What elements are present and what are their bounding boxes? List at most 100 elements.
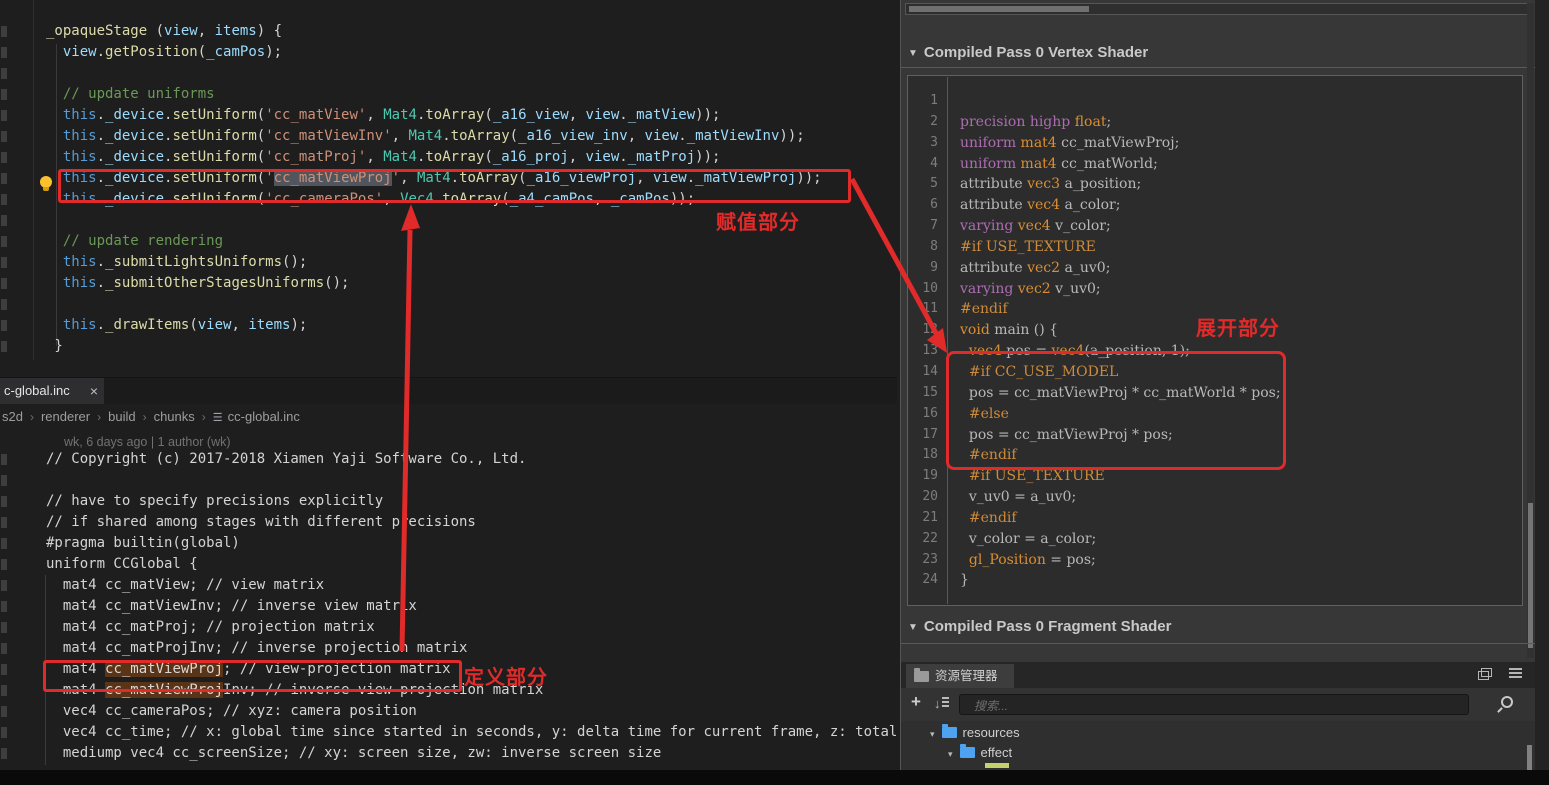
app-screenshot: _opaqueStage (view, items) { view.getPos… bbox=[0, 0, 1549, 785]
code-line: 20 v_uv0 = a_uv0; bbox=[908, 487, 1522, 508]
tab-cc-global-inc[interactable]: c-global.inc × bbox=[0, 378, 104, 404]
tree-item-effect[interactable]: ▾ effect bbox=[948, 743, 1012, 763]
breadcrumb: s2d›renderer›build›chunks›☰cc-global.inc bbox=[2, 405, 300, 429]
editor-bottom-code-area[interactable]: // Copyright (c) 2017-2018 Xiamen Yaji S… bbox=[46, 449, 897, 764]
git-blame-annotation: wk, 6 days ago | 1 author (wk) bbox=[64, 435, 231, 449]
file-icon: ☰ bbox=[213, 412, 228, 424]
tab-close-icon[interactable]: × bbox=[90, 378, 98, 404]
horizontal-scrollbar-thumb[interactable] bbox=[909, 6, 1089, 12]
tree-item-label: effect bbox=[981, 745, 1013, 760]
annotation-box-expanded bbox=[946, 351, 1286, 470]
code-line: this._device.setUniform('cc_matProj', Ma… bbox=[46, 147, 897, 168]
breadcrumb-item[interactable]: s2d bbox=[2, 409, 23, 424]
code-line: 9attribute vec2 a_uv0; bbox=[908, 258, 1522, 279]
lightbulb-icon[interactable] bbox=[40, 176, 52, 188]
assets-tab-bar: 资源管理器 bbox=[901, 662, 1536, 688]
breadcrumb-item[interactable]: chunks bbox=[154, 409, 195, 424]
vertex-shader-section-header[interactable]: ▼Compiled Pass 0 Vertex Shader bbox=[908, 44, 1148, 61]
line-number: 6 bbox=[908, 195, 947, 216]
expand-triangle-icon[interactable]: ▾ bbox=[948, 749, 960, 759]
breadcrumb-separator: › bbox=[195, 410, 213, 424]
line-number: 18 bbox=[908, 445, 947, 466]
code-line: 23 gl_Position = pos; bbox=[908, 550, 1522, 571]
fragment-shader-section-header[interactable]: ▼Compiled Pass 0 Fragment Shader bbox=[908, 618, 1171, 635]
bottom-black-band bbox=[0, 770, 1549, 785]
code-line bbox=[46, 470, 897, 491]
line-number: 1 bbox=[908, 91, 947, 112]
breadcrumb-item[interactable]: build bbox=[108, 409, 135, 424]
line-number: 8 bbox=[908, 237, 947, 258]
vertex-shader-title: Compiled Pass 0 Vertex Shader bbox=[924, 44, 1148, 61]
folder-icon bbox=[942, 727, 957, 738]
code-line: 3uniform mat4 cc_matViewProj; bbox=[908, 133, 1522, 154]
expand-triangle-icon[interactable]: ▾ bbox=[930, 729, 942, 739]
tree-item-label: resources bbox=[963, 725, 1020, 740]
code-line: 7varying vec4 v_color; bbox=[908, 216, 1522, 237]
code-line: 2precision highp float; bbox=[908, 112, 1522, 133]
code-line: 5attribute vec3 a_position; bbox=[908, 174, 1522, 195]
annotation-box-definition bbox=[43, 660, 462, 692]
assets-tab-label: 资源管理器 bbox=[935, 669, 998, 683]
code-line: // have to specify precisions explicitly bbox=[46, 491, 897, 512]
code-line: } bbox=[46, 336, 897, 357]
shader-code-area[interactable]: 12precision highp float;3uniform mat4 cc… bbox=[908, 91, 1522, 591]
code-line: this._submitOtherStagesUniforms(); bbox=[46, 273, 897, 294]
line-number: 7 bbox=[908, 216, 947, 237]
annotation-label-definition: 定义部分 bbox=[464, 661, 548, 690]
breadcrumb-item[interactable]: renderer bbox=[41, 409, 90, 424]
code-line: _opaqueStage (view, items) { bbox=[46, 21, 897, 42]
assets-panel: 资源管理器 + ↓ ▾resources ▾ bbox=[901, 662, 1536, 770]
menu-icon[interactable] bbox=[1509, 668, 1522, 678]
section-divider bbox=[901, 643, 1536, 644]
line-number: 9 bbox=[908, 258, 947, 279]
code-line: 10varying vec2 v_uv0; bbox=[908, 279, 1522, 300]
code-line bbox=[46, 294, 897, 315]
line-number: 17 bbox=[908, 425, 947, 446]
float-window-icon[interactable] bbox=[1478, 671, 1489, 680]
editor-tab-bar: c-global.inc × bbox=[0, 377, 897, 404]
line-number: 2 bbox=[908, 112, 947, 133]
breadcrumb-file[interactable]: cc-global.inc bbox=[228, 409, 300, 424]
tree-item-resources[interactable]: ▾ resources bbox=[930, 723, 1020, 743]
section-divider bbox=[901, 67, 1536, 68]
line-number: 19 bbox=[908, 466, 947, 487]
sort-icon[interactable]: ↓ bbox=[934, 696, 949, 711]
tree-scrollbar-thumb[interactable] bbox=[1527, 745, 1532, 770]
breadcrumb-separator: › bbox=[90, 410, 108, 424]
assets-tree[interactable]: ▾resources ▾effect bbox=[901, 721, 1536, 770]
code-line: mat4 cc_matProj; // projection matrix bbox=[46, 617, 897, 638]
assets-toolbar: + ↓ bbox=[901, 688, 1536, 721]
code-line: #pragma builtin(global) bbox=[46, 533, 897, 554]
line-number: 23 bbox=[908, 550, 947, 571]
collapse-triangle-icon[interactable]: ▼ bbox=[908, 622, 924, 633]
line-number: 5 bbox=[908, 174, 947, 195]
tab-label: c-global.inc bbox=[4, 383, 70, 398]
assets-manager-tab[interactable]: 资源管理器 bbox=[906, 664, 1014, 688]
line-number: 13 bbox=[908, 341, 947, 362]
add-asset-button[interactable]: + bbox=[911, 692, 921, 712]
search-icon[interactable] bbox=[1501, 696, 1513, 708]
left-gutter-marks bbox=[1, 21, 7, 361]
gutter-border bbox=[33, 0, 34, 360]
folder-icon bbox=[960, 747, 975, 758]
asset-search-box[interactable] bbox=[959, 694, 1469, 715]
annotation-box-assignment bbox=[58, 169, 851, 203]
line-number: 14 bbox=[908, 362, 947, 383]
code-line: mat4 cc_matView; // view matrix bbox=[46, 575, 897, 596]
vertical-scrollbar-thumb[interactable] bbox=[1528, 503, 1533, 648]
fragment-shader-title: Compiled Pass 0 Fragment Shader bbox=[924, 618, 1172, 635]
horizontal-scrollbar[interactable] bbox=[905, 3, 1528, 15]
code-line: vec4 cc_time; // x: global time since st… bbox=[46, 722, 897, 743]
code-line: view.getPosition(_camPos); bbox=[46, 42, 897, 63]
line-number: 12 bbox=[908, 320, 947, 341]
code-line: mat4 cc_matViewInv; // inverse view matr… bbox=[46, 596, 897, 617]
collapse-triangle-icon[interactable]: ▼ bbox=[908, 48, 924, 59]
asset-search-input[interactable] bbox=[960, 695, 1484, 716]
line-number: 11 bbox=[908, 299, 947, 320]
line-number: 24 bbox=[908, 570, 947, 591]
line-number: 3 bbox=[908, 133, 947, 154]
code-line: 24} bbox=[908, 570, 1522, 591]
code-line: uniform CCGlobal { bbox=[46, 554, 897, 575]
line-number: 4 bbox=[908, 154, 947, 175]
panel-window-icons bbox=[1478, 668, 1522, 683]
